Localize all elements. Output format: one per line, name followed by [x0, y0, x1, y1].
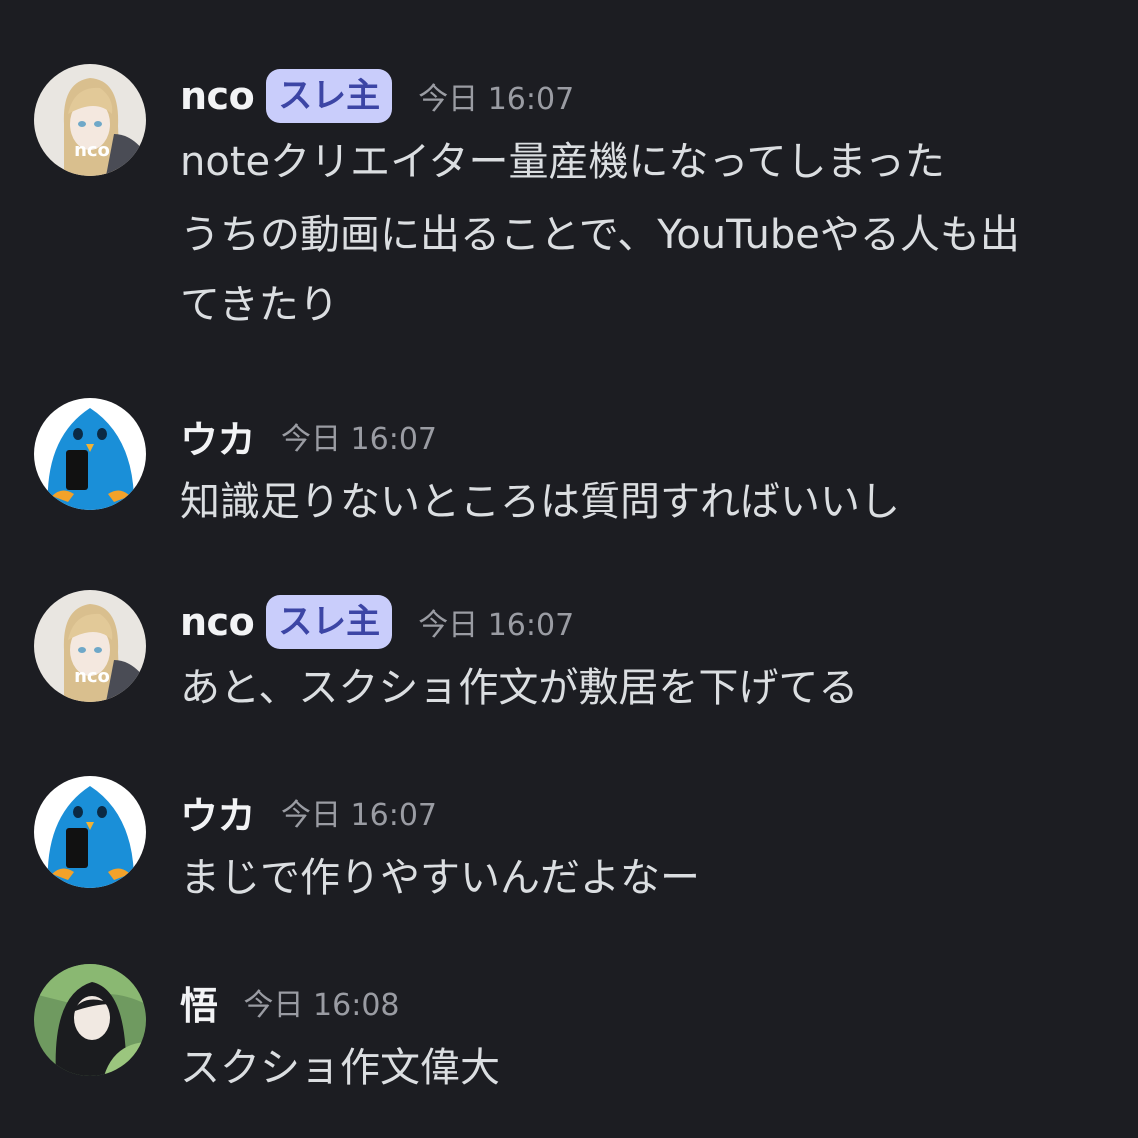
avatar-uka[interactable]: [34, 398, 146, 510]
timestamp[interactable]: 今日 16:07: [281, 790, 437, 834]
message-line: てきたり: [180, 282, 339, 328]
chat-thread: nco nco スレ主 今日 16:07 noteクリエイター量産機になってしま…: [0, 0, 1138, 1138]
timestamp[interactable]: 今日 16:07: [281, 414, 437, 458]
message-line: noteクリエイター量産機になってしまった: [180, 139, 945, 185]
message-line: うちの動画に出ることで、YouTubeやる人も出: [180, 212, 1020, 258]
message-text: 知識足りないところは質問すればいいし: [180, 462, 900, 542]
avatar-text: nco: [74, 140, 110, 161]
message-text: noteクリエイター量産機になってしまった: [180, 122, 945, 202]
message-header: 悟 今日 16:08: [180, 972, 400, 1032]
message-header: ウカ 今日 16:07: [180, 406, 437, 466]
avatar-satoru[interactable]: [34, 964, 146, 1076]
message-text: うちの動画に出ることで、YouTubeやる人も出 てきたり: [180, 200, 1020, 340]
timestamp[interactable]: 今日 16:08: [244, 980, 400, 1024]
username[interactable]: ウカ: [180, 785, 256, 840]
username[interactable]: ウカ: [180, 409, 256, 464]
message-line: まじで作りやすいんだよなー: [180, 855, 700, 901]
op-badge: スレ主: [266, 69, 393, 123]
message-line: スクショ作文偉大: [180, 1045, 500, 1091]
message-text: まじで作りやすいんだよなー: [180, 838, 700, 918]
op-badge: スレ主: [266, 595, 393, 649]
avatar-text: nco: [74, 666, 110, 687]
message-text: スクショ作文偉大: [180, 1028, 500, 1108]
avatar-nco[interactable]: nco: [34, 64, 146, 176]
username[interactable]: nco: [180, 74, 255, 118]
avatar-uka[interactable]: [34, 776, 146, 888]
message-header: nco スレ主 今日 16:07: [180, 592, 574, 652]
message-header: ウカ 今日 16:07: [180, 782, 437, 842]
username[interactable]: nco: [180, 600, 255, 644]
avatar-nco[interactable]: nco: [34, 590, 146, 702]
message-text: あと、スクショ作文が敷居を下げてる: [180, 648, 858, 728]
timestamp[interactable]: 今日 16:07: [418, 600, 574, 644]
message-header: nco スレ主 今日 16:07: [180, 66, 574, 126]
username[interactable]: 悟: [180, 975, 218, 1030]
message-line: あと、スクショ作文が敷居を下げてる: [180, 665, 859, 711]
message-line: 知識足りないところは質問すればいいし: [180, 479, 900, 525]
timestamp[interactable]: 今日 16:07: [418, 74, 574, 118]
